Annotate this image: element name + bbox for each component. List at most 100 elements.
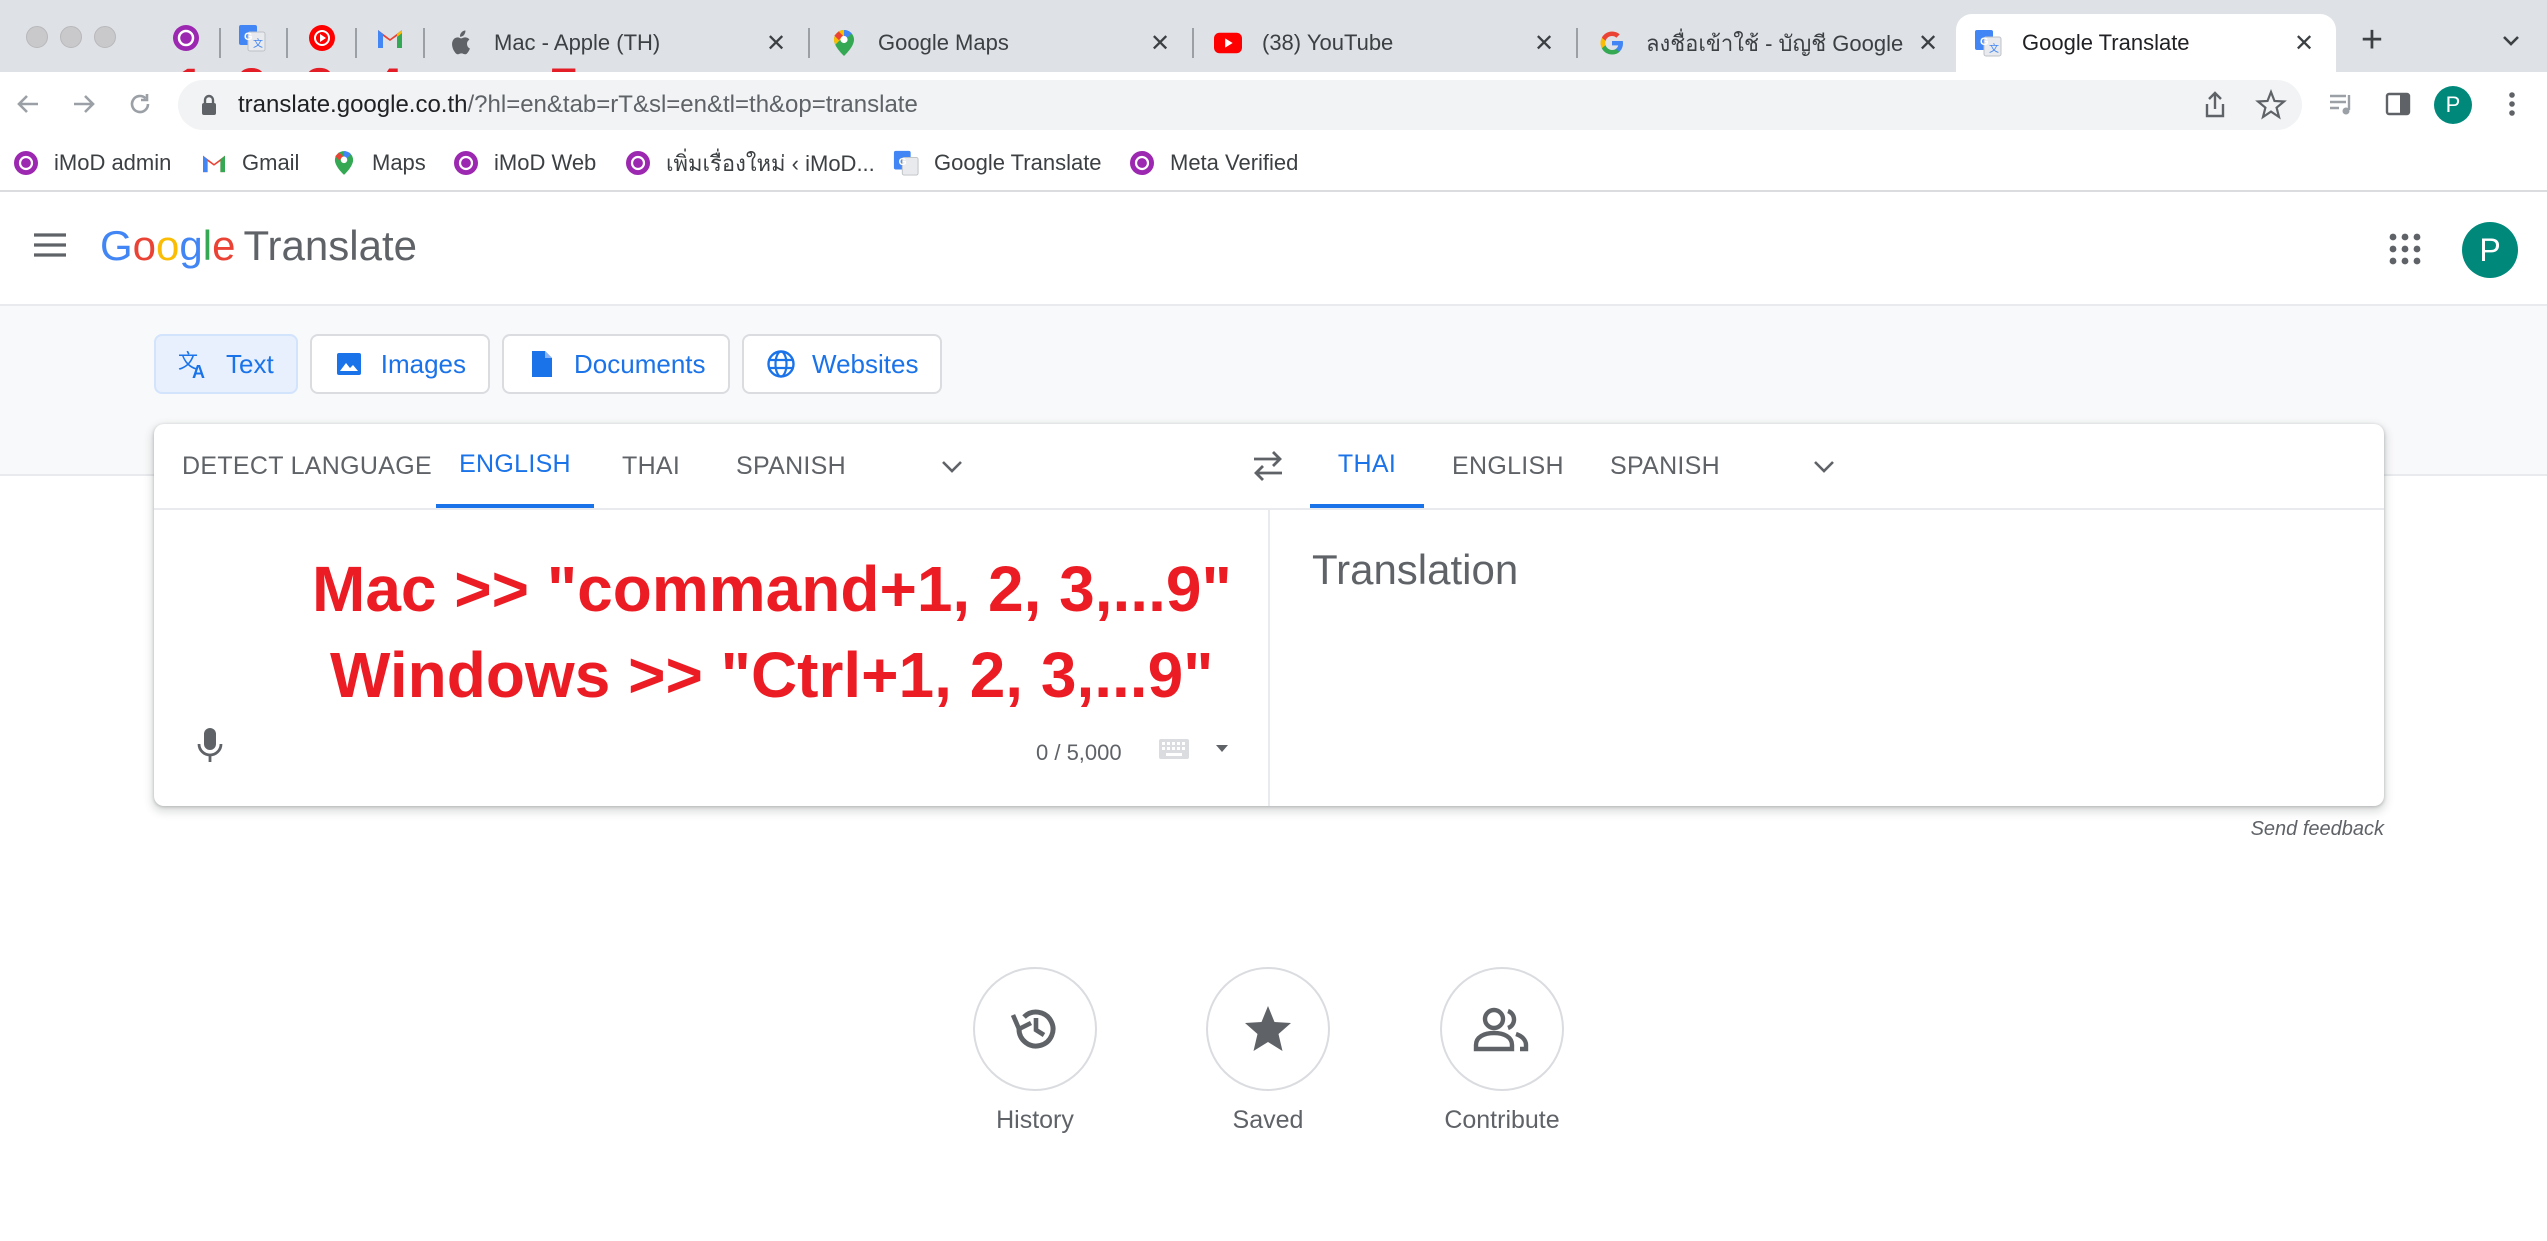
logo-letter: l <box>202 222 213 269</box>
lang-source-english-tab[interactable]: ENGLISH <box>436 424 594 508</box>
lang-source-thai-tab[interactable]: THAI <box>622 424 680 508</box>
more-vert-icon[interactable] <box>2490 82 2534 126</box>
tab-separator <box>1192 28 1194 58</box>
back-arrow-icon[interactable] <box>6 82 50 126</box>
gmail-icon <box>378 30 402 48</box>
send-feedback-link[interactable]: Send feedback <box>2180 818 2384 841</box>
tab-close-icon[interactable]: ✕ <box>1914 29 1942 57</box>
youtube-music-icon <box>309 25 335 51</box>
pinned-tab-imod[interactable] <box>170 22 202 54</box>
bookmark-imod-new-post[interactable]: เพิ่มเรื่องใหม่ ‹ iMoD... <box>624 146 875 180</box>
browser-toolbar: translate.google.co.th/?hl=en&tab=rT&sl=… <box>0 72 2547 136</box>
contribute-label: Contribute <box>1444 1106 1560 1134</box>
youtube-icon <box>1214 29 1242 57</box>
mode-text-button[interactable]: 文A Text <box>154 334 298 394</box>
mode-images-button[interactable]: Images <box>310 334 490 394</box>
bookmark-label: Meta Verified <box>1170 150 1299 175</box>
tab-close-icon[interactable]: ✕ <box>1146 29 1174 57</box>
bookmark-imod-admin[interactable]: iMoD admin <box>12 146 171 180</box>
account-avatar[interactable]: P <box>2462 222 2518 278</box>
gmail-icon <box>200 149 228 177</box>
pinned-tab-translate[interactable]: G文 <box>236 22 268 54</box>
tab-title: Mac - Apple (TH) <box>494 30 661 55</box>
mode-websites-button[interactable]: Websites <box>742 334 942 394</box>
bookmark-gmail[interactable]: Gmail <box>200 146 299 180</box>
tab-close-icon[interactable]: ✕ <box>1530 29 1558 57</box>
side-panel-icon[interactable] <box>2376 82 2420 126</box>
forward-arrow-icon[interactable] <box>62 82 106 126</box>
mode-documents-button[interactable]: Documents <box>502 334 730 394</box>
tab-close-icon[interactable]: ✕ <box>762 29 790 57</box>
char-count: 0 / 5,000 <box>1036 740 1122 765</box>
tab-separator <box>219 28 221 58</box>
google-maps-icon <box>330 149 358 177</box>
bookmark-imod-web[interactable]: iMoD Web <box>452 146 596 180</box>
history-button[interactable] <box>973 967 1097 1091</box>
bookmark-label: Google Translate <box>934 150 1102 175</box>
browser-profile-avatar[interactable]: P <box>2434 86 2472 124</box>
tab-google-maps[interactable]: Google Maps ✕ <box>812 14 1192 72</box>
logo-letter: G <box>100 222 133 269</box>
image-icon <box>334 348 365 380</box>
tab-google-translate[interactable]: G文 Google Translate ✕ <box>1956 14 2336 72</box>
window-close-button[interactable] <box>26 26 48 48</box>
annotation-mac-shortcut: Mac >> "command+1, 2, 3,...9" <box>312 553 1232 625</box>
target-lang-chevron-down-icon[interactable] <box>1808 450 1840 487</box>
tab-separator <box>423 28 425 58</box>
google-translate-icon: G文 <box>239 25 266 52</box>
bookmark-label: Gmail <box>242 150 300 175</box>
tab-search-chevron-down-icon[interactable] <box>2496 26 2526 56</box>
keyboard-icon[interactable] <box>1158 738 1190 765</box>
google-translate-logo[interactable]: Google Translate <box>100 222 417 270</box>
mode-label: Text <box>226 348 274 379</box>
annotation-windows-shortcut: Windows >> "Ctrl+1, 2, 3,...9" <box>330 639 1214 711</box>
window-zoom-button[interactable] <box>94 26 116 48</box>
apps-grid-icon[interactable] <box>2388 232 2422 271</box>
bookmark-google-translate[interactable]: G Google Translate <box>892 146 1102 180</box>
globe-icon <box>766 348 796 380</box>
swap-languages-icon[interactable] <box>1248 448 1288 489</box>
saved-button[interactable] <box>1206 967 1330 1091</box>
hamburger-menu-icon[interactable] <box>32 230 68 265</box>
pinned-tab-youtube-music[interactable] <box>306 22 338 54</box>
input-tools-caret-icon[interactable] <box>1214 742 1230 760</box>
reload-icon[interactable] <box>118 82 162 126</box>
google-logo: Google <box>100 222 235 269</box>
bookmark-star-icon[interactable] <box>2254 88 2288 127</box>
tab-apple[interactable]: Mac - Apple (TH) ✕ <box>428 14 808 72</box>
google-translate-icon: G <box>892 149 920 177</box>
lang-target-english-tab[interactable]: ENGLISH <box>1452 424 1564 508</box>
imod-icon <box>12 149 40 177</box>
pinned-tab-gmail[interactable] <box>374 22 406 54</box>
panel-divider <box>1268 510 1270 806</box>
svg-text:A: A <box>192 362 205 380</box>
address-bar[interactable]: translate.google.co.th/?hl=en&tab=rT&sl=… <box>178 80 2302 130</box>
google-maps-icon <box>830 29 858 57</box>
url-host: translate.google.co.th <box>238 91 468 118</box>
tab-close-icon[interactable]: ✕ <box>2290 29 2318 57</box>
bookmark-meta-verified[interactable]: Meta Verified <box>1128 146 1298 180</box>
imod-icon <box>624 149 652 177</box>
share-icon[interactable] <box>2198 88 2232 127</box>
tab-title: (38) YouTube <box>1262 30 1394 55</box>
microphone-icon[interactable] <box>194 726 226 771</box>
bookmark-maps[interactable]: Maps <box>330 146 426 180</box>
svg-text:文: 文 <box>253 37 263 50</box>
url-text: translate.google.co.th/?hl=en&tab=rT&sl=… <box>238 91 918 119</box>
svg-text:G: G <box>899 157 907 168</box>
lang-source-spanish-tab[interactable]: SPANISH <box>736 424 846 508</box>
window-minimize-button[interactable] <box>60 26 82 48</box>
lang-target-thai-tab[interactable]: THAI <box>1310 424 1424 508</box>
mode-label: Images <box>380 348 466 379</box>
source-lang-chevron-down-icon[interactable] <box>936 450 968 487</box>
lock-icon[interactable] <box>200 94 218 121</box>
bookmarks-bar: iMoD admin Gmail Maps iMoD Web เพิ่มเรื่… <box>0 136 2547 192</box>
saved-label: Saved <box>1232 1106 1304 1134</box>
lang-target-spanish-tab[interactable]: SPANISH <box>1610 424 1720 508</box>
svg-text:文: 文 <box>1989 42 1999 55</box>
lang-detect-tab[interactable]: DETECT LANGUAGE <box>182 424 432 508</box>
contribute-button[interactable] <box>1440 967 1564 1091</box>
google-icon <box>1598 29 1626 57</box>
new-tab-button[interactable]: + <box>2354 19 2390 61</box>
media-control-icon[interactable] <box>2320 82 2364 126</box>
